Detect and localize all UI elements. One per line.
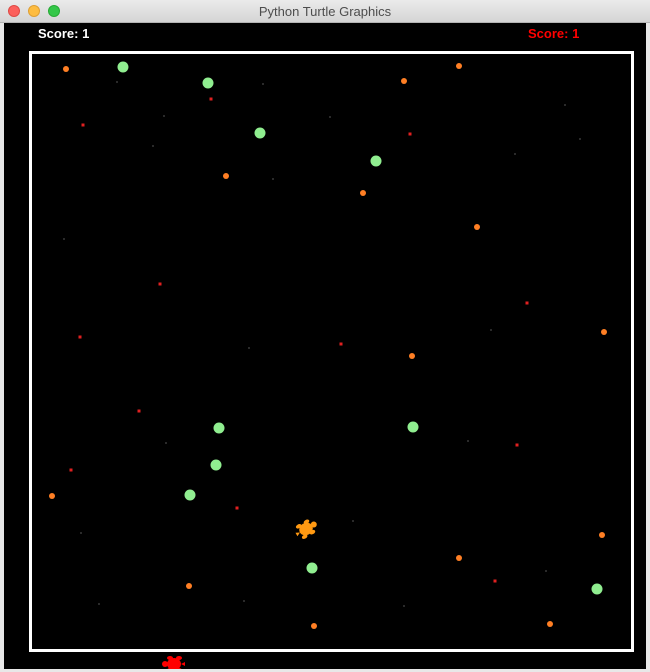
star-dot <box>63 238 65 240</box>
orange-food-dot <box>599 532 605 538</box>
star-dot <box>490 329 492 331</box>
red-mine-dot <box>525 301 529 305</box>
green-food-dot <box>117 61 129 73</box>
orange-food-dot <box>456 555 462 561</box>
player2-turtle-icon <box>162 656 185 669</box>
star-dot <box>98 603 100 605</box>
green-food-dot <box>306 562 318 574</box>
orange-food-dot <box>401 78 407 84</box>
star-dot <box>514 153 516 155</box>
red-mine-dot <box>209 97 213 101</box>
star-dot <box>403 605 405 607</box>
game-objects-layer <box>4 23 646 669</box>
star-dot <box>545 570 547 572</box>
red-mine-dot <box>515 443 519 447</box>
game-canvas[interactable]: Score: 1 Score: 1 <box>4 23 646 669</box>
green-food-dot <box>591 583 603 595</box>
green-food-dot <box>407 421 419 433</box>
green-food-dot <box>210 459 222 471</box>
red-mine-dot <box>493 579 497 583</box>
green-food-dot <box>184 489 196 501</box>
red-mine-dot <box>69 468 73 472</box>
star-dot <box>262 83 264 85</box>
window-title: Python Turtle Graphics <box>258 4 392 19</box>
green-food-dot <box>370 155 382 167</box>
star-dot <box>272 178 274 180</box>
red-mine-dot <box>158 282 162 286</box>
orange-food-dot <box>186 583 192 589</box>
red-mine-dot <box>408 132 412 136</box>
orange-food-dot <box>49 493 55 499</box>
player1-turtle-icon <box>295 519 317 539</box>
green-food-dot <box>254 127 266 139</box>
star-dot <box>243 600 245 602</box>
star-dot <box>80 532 82 534</box>
orange-food-dot <box>409 353 415 359</box>
red-mine-dot <box>81 123 85 127</box>
star-dot <box>329 116 331 118</box>
orange-food-dot <box>63 66 69 72</box>
star-dot <box>248 347 250 349</box>
orange-food-dot <box>456 63 462 69</box>
turtle-window: Python Turtle Graphics Score: 1 Score: 1 <box>0 0 650 672</box>
orange-food-dot <box>360 190 366 196</box>
star-dot <box>352 520 354 522</box>
star-dot <box>579 138 581 140</box>
star-dot <box>116 81 118 83</box>
star-dot <box>564 104 566 106</box>
green-food-dot <box>213 422 225 434</box>
orange-food-dot <box>223 173 229 179</box>
orange-food-dot <box>601 329 607 335</box>
title-bar: Python Turtle Graphics <box>0 0 650 23</box>
game-objects-svg <box>49 61 607 669</box>
green-food-dot <box>202 77 214 89</box>
star-dot <box>163 115 165 117</box>
red-mine-dot <box>137 409 141 413</box>
star-dot <box>467 440 469 442</box>
red-mine-dot <box>78 335 82 339</box>
red-mine-dot <box>235 506 239 510</box>
orange-food-dot <box>311 623 317 629</box>
star-dot <box>152 145 154 147</box>
orange-food-dot <box>547 621 553 627</box>
red-mine-dot <box>339 342 343 346</box>
orange-food-dot <box>474 224 480 230</box>
star-dot <box>165 442 167 444</box>
